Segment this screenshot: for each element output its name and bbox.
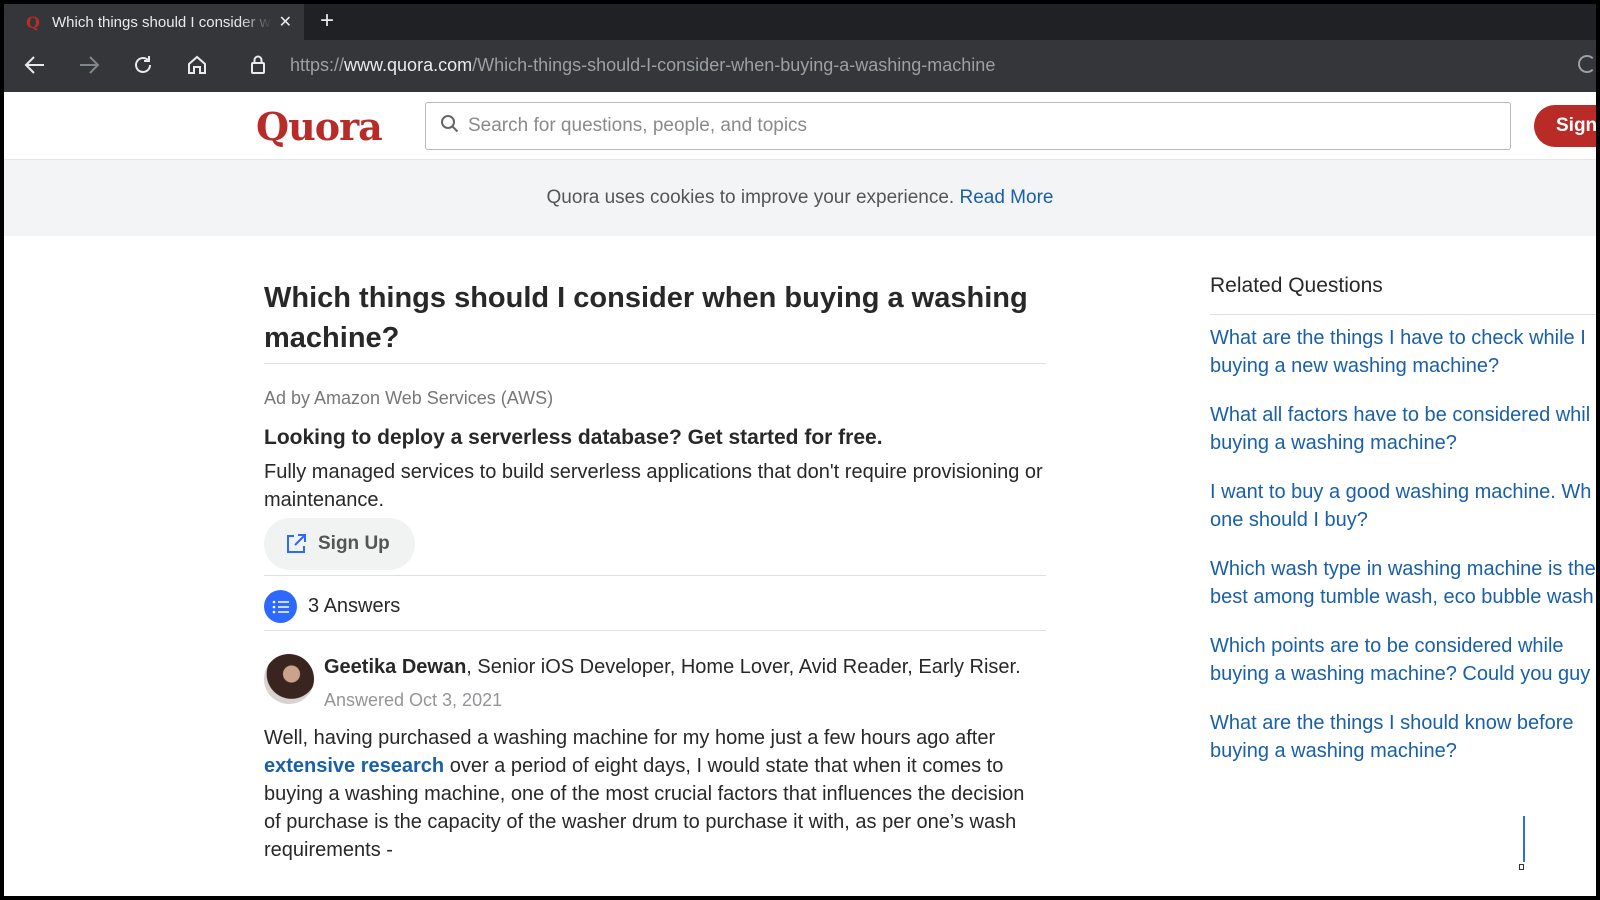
cursor-marker xyxy=(1519,864,1524,870)
search-icon xyxy=(440,114,460,139)
url-path: /Which-things-should-I-consider-when-buy… xyxy=(472,55,996,75)
answers-count-label: 3 Answers xyxy=(308,595,401,617)
sign-up-label: Sign Up xyxy=(318,533,390,554)
reload-icon[interactable] xyxy=(132,54,154,80)
divider xyxy=(264,575,1046,576)
search-input[interactable] xyxy=(468,115,1468,137)
quora-page: Quora Sign Quora uses cookies to improve… xyxy=(4,92,1596,896)
read-more-link[interactable]: Read More xyxy=(959,187,1053,208)
ad-headline[interactable]: Looking to deploy a serverless database?… xyxy=(264,426,883,450)
related-question-link[interactable]: I want to buy a good washing machine. Wh… xyxy=(1210,478,1596,534)
divider xyxy=(264,363,1046,364)
forward-arrow-icon[interactable] xyxy=(78,54,100,80)
answer-text-start: Well, having purchased a washing machine… xyxy=(264,727,996,749)
answers-count: 3 Answers xyxy=(264,590,400,623)
home-icon[interactable] xyxy=(186,54,208,80)
ad-sign-up-button[interactable]: Sign Up xyxy=(264,518,415,570)
answer-date[interactable]: Answered Oct 3, 2021 xyxy=(324,690,502,711)
close-tab-icon[interactable]: ✕ xyxy=(279,12,292,32)
tab-title: Which things should I consider when buyi… xyxy=(52,13,272,31)
answer-text: Well, having purchased a washing machine… xyxy=(264,724,1046,864)
cookie-text: Quora uses cookies to improve your exper… xyxy=(546,187,955,208)
ad-body: Fully managed services to build serverle… xyxy=(264,461,1043,511)
related-question-link[interactable]: What are the things I have to check whil… xyxy=(1210,324,1596,380)
external-link-icon xyxy=(287,534,306,553)
search-box[interactable] xyxy=(425,102,1511,150)
ad-attribution[interactable]: Ad by Amazon Web Services (AWS) xyxy=(264,388,553,409)
author-name[interactable]: Geetika Dewan xyxy=(324,656,466,678)
lock-icon[interactable] xyxy=(250,55,266,80)
quora-favicon-icon: Q xyxy=(26,12,40,32)
extensive-research-link[interactable]: extensive research xyxy=(264,755,444,777)
divider xyxy=(264,630,1046,631)
tab-bar: Q Which things should I consider when bu… xyxy=(4,4,1596,40)
address-bar[interactable]: https://www.quora.com/Which-things-shoul… xyxy=(290,55,995,76)
text-cursor xyxy=(1523,816,1525,862)
browser-window: Q Which things should I consider when bu… xyxy=(4,4,1596,896)
browser-toolbar: https://www.quora.com/Which-things-shoul… xyxy=(4,40,1596,92)
related-questions: Related Questions What are the things I … xyxy=(1210,274,1596,762)
new-tab-icon[interactable]: + xyxy=(320,7,334,35)
question-title: Which things should I consider when buyi… xyxy=(264,282,1028,354)
sign-in-button[interactable]: Sign xyxy=(1534,105,1596,147)
related-questions-title: Related Questions xyxy=(1210,274,1383,297)
answer-author: Geetika Dewan, Senior iOS Developer, Hom… xyxy=(324,656,1021,679)
cookie-banner: Quora uses cookies to improve your exper… xyxy=(4,160,1596,236)
browser-tab[interactable]: Q Which things should I consider when bu… xyxy=(4,4,304,40)
avatar[interactable] xyxy=(264,654,314,704)
url-host: www.quora.com xyxy=(344,55,473,75)
extension-icon[interactable] xyxy=(1578,55,1596,73)
related-question-link[interactable]: Which wash type in washing machine is th… xyxy=(1210,555,1596,611)
related-question-link[interactable]: Which points are to be considered while … xyxy=(1210,632,1596,688)
related-question-link[interactable]: What all factors have to be considered w… xyxy=(1210,401,1596,457)
list-icon xyxy=(264,590,297,623)
author-credentials: , Senior iOS Developer, Home Lover, Avid… xyxy=(466,656,1021,678)
related-question-link[interactable]: What are the things I should know before… xyxy=(1210,709,1596,765)
site-header: Quora Sign xyxy=(4,92,1596,160)
divider xyxy=(1210,314,1596,315)
url-scheme: https:// xyxy=(290,55,345,75)
quora-logo[interactable]: Quora xyxy=(256,104,383,149)
back-arrow-icon[interactable] xyxy=(24,54,46,80)
